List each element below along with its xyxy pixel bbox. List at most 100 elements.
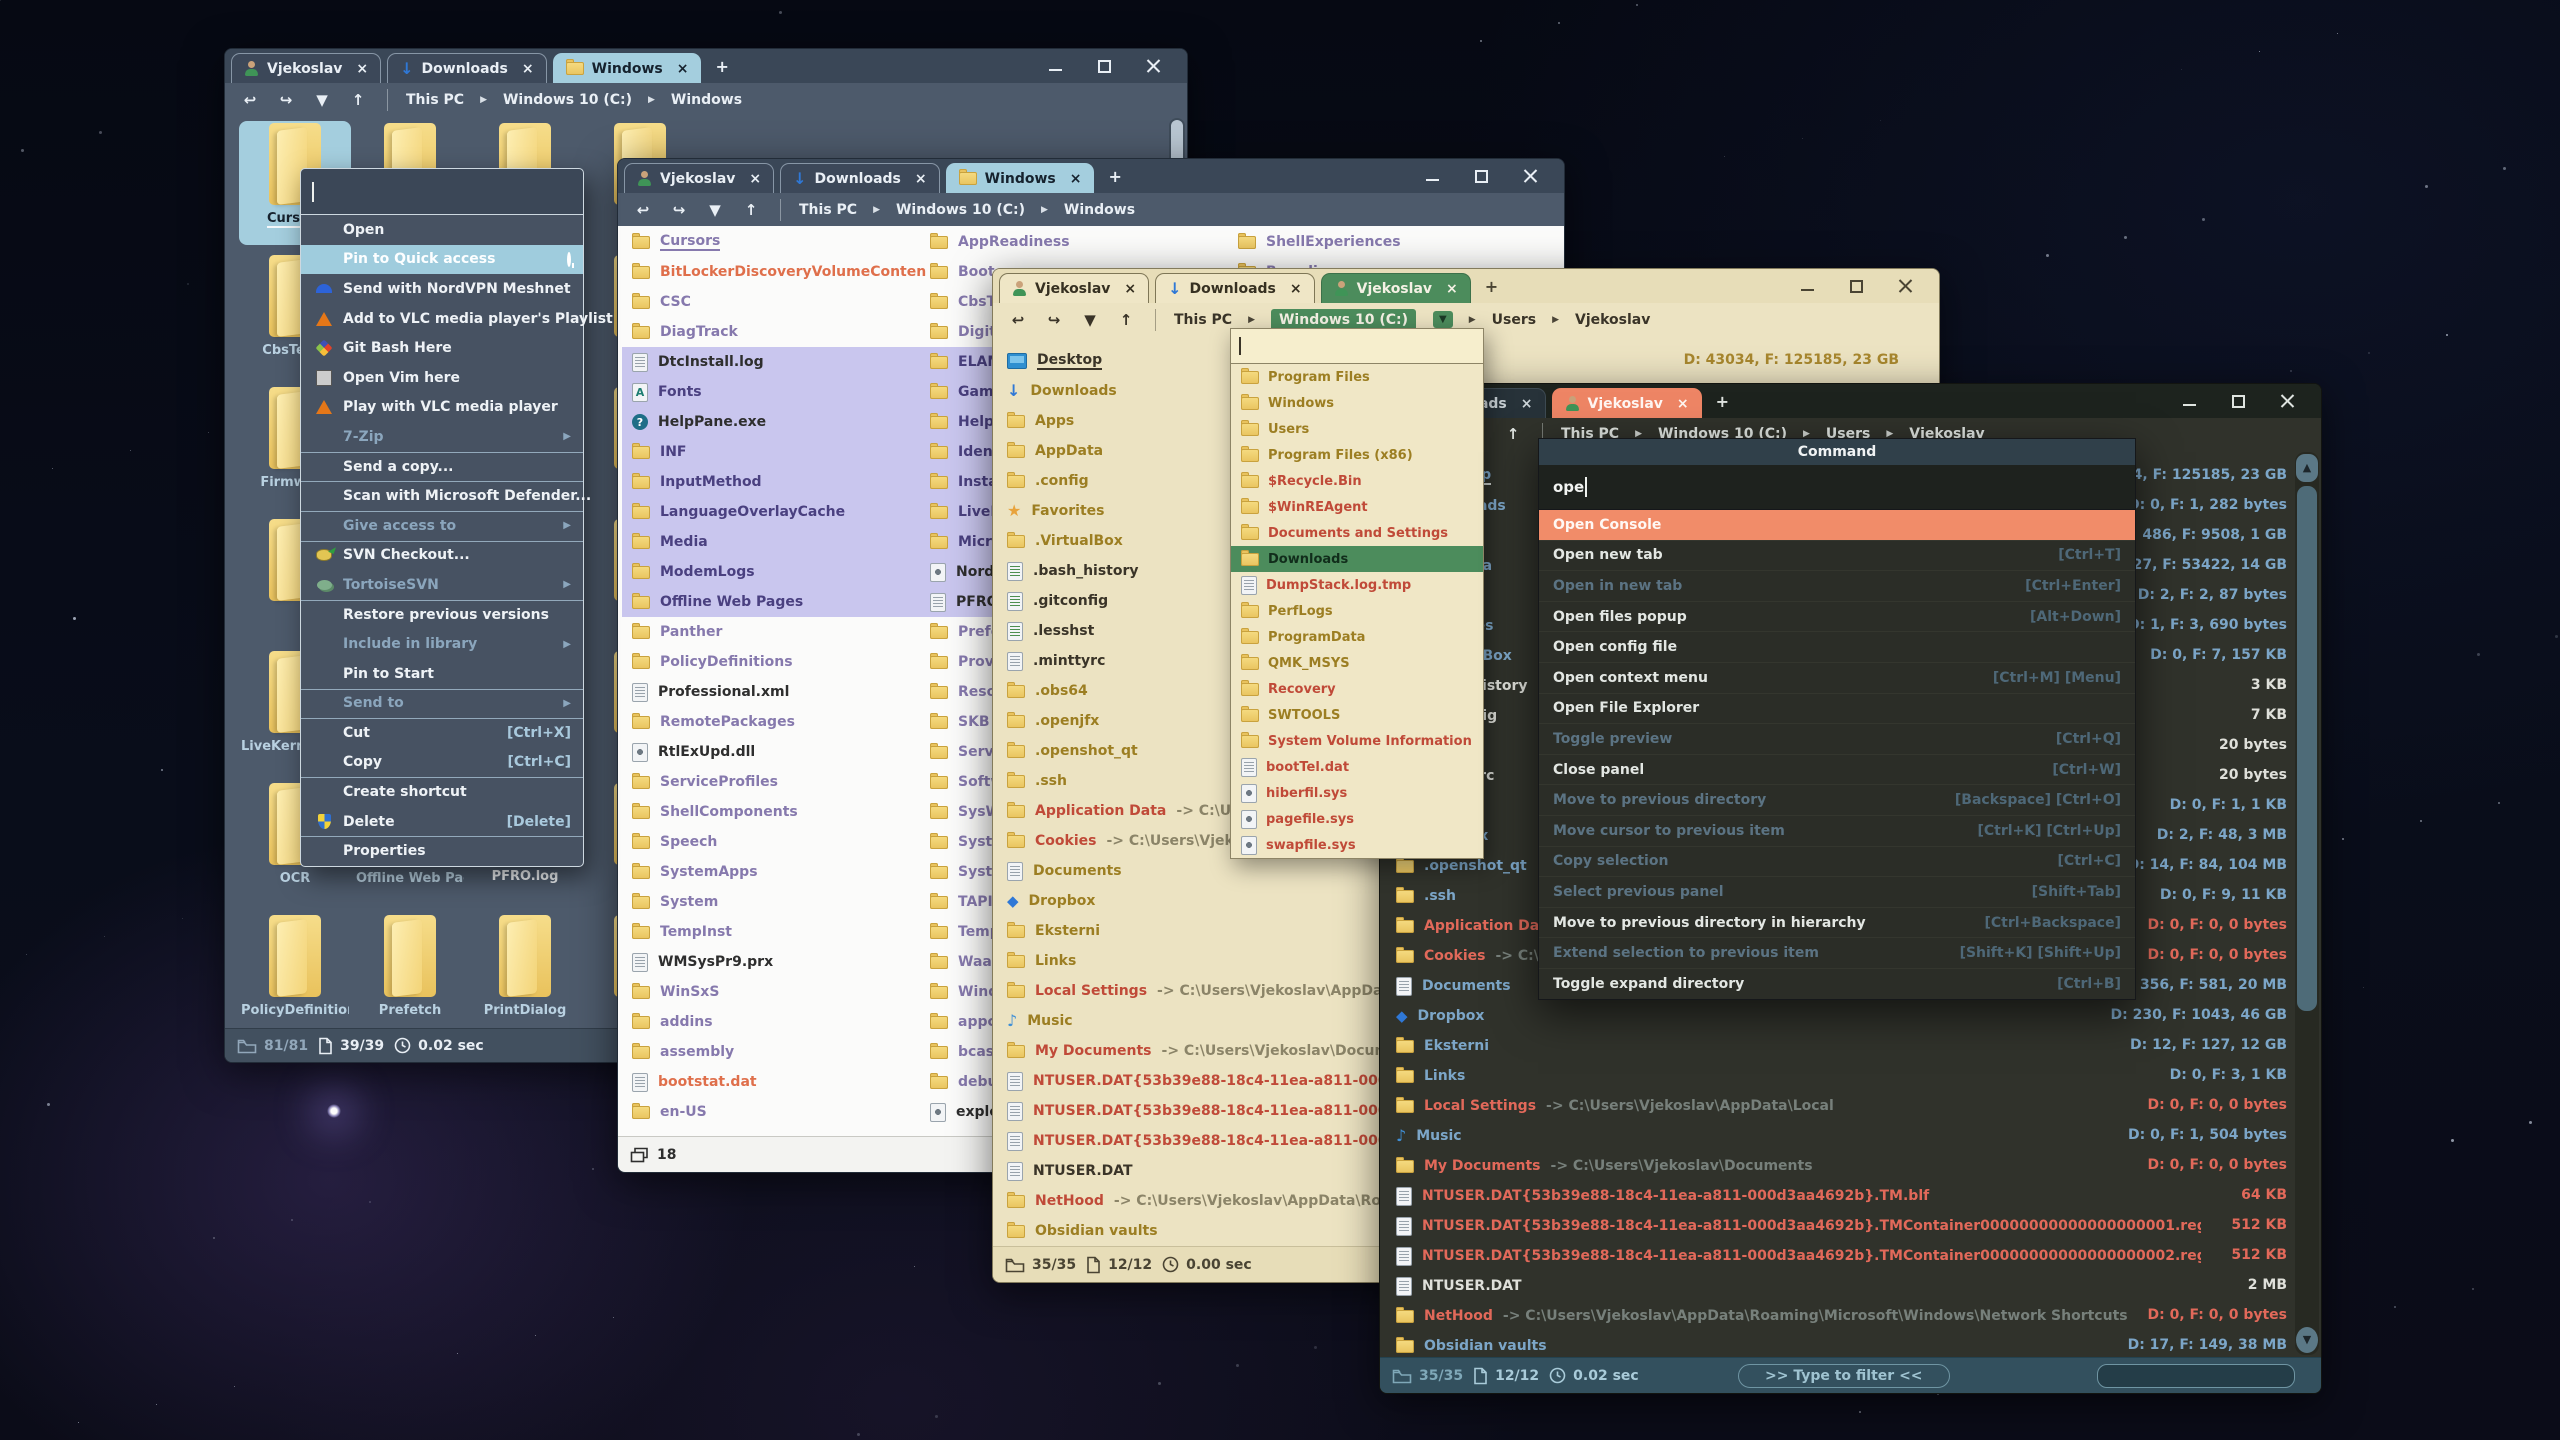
menu-item-scan-with-microsoft-defender-[interactable]: Scan with Microsoft Defender... [301,481,583,511]
new-tab-button[interactable]: + [1716,392,1729,411]
dropdown-item-users[interactable]: Users [1231,416,1483,442]
palette-item-open-file-explorer[interactable]: Open File Explorer [1539,693,2135,724]
file-row-system[interactable]: System [622,887,926,917]
palette-item-open-config-file[interactable]: Open config file [1539,631,2135,662]
dropdown-item-swapfile-sys[interactable]: swapfile.sys [1231,832,1483,858]
dropdown-item-program-files[interactable]: Program Files [1231,364,1483,390]
tab-close-icon[interactable]: × [1677,396,1689,412]
tab-close-icon[interactable]: × [749,171,761,187]
file-row-languageoverlaycache[interactable]: LanguageOverlayCache [622,497,926,527]
dropdown-item-programdata[interactable]: ProgramData [1231,624,1483,650]
file-row-links[interactable]: Links [1384,1061,2201,1091]
new-tab-button[interactable]: + [1485,277,1498,296]
menu-item-7-zip[interactable]: 7-Zip▶ [301,422,583,452]
dropdown-item-boottel-dat[interactable]: bootTel.dat [1231,754,1483,780]
drive-dropdown-filter-input[interactable] [1231,329,1483,364]
breadcrumb-windows[interactable]: Windows [1064,202,1135,218]
file-row-winsxs[interactable]: WinSxS [622,977,926,1007]
file-row-bootstat-dat[interactable]: bootstat.dat [622,1067,926,1097]
file-row-professional-xml[interactable]: Professional.xml [622,677,926,707]
tab-close-icon[interactable]: × [1124,281,1136,297]
grid-item-printdialog[interactable]: PrintDialog [469,913,581,1037]
menu-item-open[interactable]: Open [301,215,583,245]
tab-close-icon[interactable]: × [522,61,534,77]
dropdown-item--recycle-bin[interactable]: $Recycle.Bin [1231,468,1483,494]
file-row-policydefinitions[interactable]: PolicyDefinitions [622,647,926,677]
dropdown-item--winreagent[interactable]: $WinREAgent [1231,494,1483,520]
palette-item-move-to-previous-directory-in-hierarchy[interactable]: Move to previous directory in hierarchy[… [1539,907,2135,938]
tab-downloads[interactable]: ↓Downloads× [387,53,547,83]
file-row-speech[interactable]: Speech [622,827,926,857]
file-row-ntuser-dat-53b39e88-18c4-11ea-a811-000d3aa4692b-tm-blf[interactable]: NTUSER.DAT{53b39e88-18c4-11ea-a811-000d3… [1384,1181,2201,1211]
breadcrumb-users[interactable]: Users [1492,312,1536,328]
tab-vjekoslav[interactable]: Vjekoslav× [624,163,774,193]
file-row-media[interactable]: Media [622,527,926,557]
scroll-down-icon[interactable]: ▼ [2296,1327,2318,1353]
new-tab-button[interactable]: + [715,57,728,76]
file-row-inputmethod[interactable]: InputMethod [622,467,926,497]
maximize-icon[interactable] [1474,169,1489,184]
dropdown-item-documents-and-settings[interactable]: Documents and Settings [1231,520,1483,546]
file-row-nethood[interactable]: NetHood-> C:\Users\Vjekoslav\AppData\Roa… [1384,1301,2201,1331]
file-row-systemapps[interactable]: SystemApps [622,857,926,887]
palette-item-copy-selection[interactable]: Copy selection[Ctrl+C] [1539,846,2135,877]
menu-item-tortoisesvn[interactable]: TortoiseSVN▶ [301,570,583,600]
breadcrumb-windows[interactable]: Windows [671,92,742,108]
dropdown-item-downloads[interactable]: Downloads [1231,546,1483,572]
palette-item-open-new-tab[interactable]: Open new tab[Ctrl+T] [1539,540,2135,571]
w4-filter-pill[interactable]: >> Type to filter << [1738,1364,1950,1388]
minimize-icon[interactable] [1048,59,1063,74]
menu-item-git-bash-here[interactable]: Git Bash Here [301,333,583,363]
file-row-shellexperiences[interactable]: ShellExperiences [1228,227,1542,257]
menu-item-play-with-vlc-media-player[interactable]: Play with VLC media player [301,393,583,423]
menu-item-include-in-library[interactable]: Include in library▶ [301,629,583,659]
nav-up-icon[interactable]: ↑ [740,201,762,219]
file-row-shellcomponents[interactable]: ShellComponents [622,797,926,827]
palette-item-open-context-menu[interactable]: Open context menu[Ctrl+M] [Menu] [1539,662,2135,693]
palette-item-close-panel[interactable]: Close panel[Ctrl+W] [1539,754,2135,785]
file-row-rtlexupd-dll[interactable]: RtlExUpd.dll [622,737,926,767]
dropdown-item-system-volume-information[interactable]: System Volume Information [1231,728,1483,754]
file-row-panther[interactable]: Panther [622,617,926,647]
file-row-assembly[interactable]: assembly [622,1037,926,1067]
breadcrumb-this-pc[interactable]: This PC [406,92,464,108]
menu-item-give-access-to[interactable]: Give access to▶ [301,511,583,541]
file-row-music[interactable]: ♪Music [1384,1121,2201,1151]
tab-vjekoslav[interactable]: Vjekoslav× [231,53,381,83]
menu-item-delete[interactable]: Delete[Delete] [301,807,583,837]
breadcrumb-vjekoslav[interactable]: Vjekoslav [1575,312,1650,328]
file-row-ntuser-dat-53b39e88-18c4-11ea-a811-000d3aa4692b-tmcontainer00000000000000000002-regtrans-ms[interactable]: NTUSER.DAT{53b39e88-18c4-11ea-a811-000d3… [1384,1241,2201,1271]
file-row-helppane-exe[interactable]: ?HelpPane.exe [622,407,926,437]
grid-item-prefetch[interactable]: Prefetch [354,913,466,1037]
menu-item-send-with-nordvpn-meshnet[interactable]: Send with NordVPN Meshnet [301,274,583,304]
breadcrumb-this-pc[interactable]: This PC [799,202,857,218]
maximize-icon[interactable] [1097,59,1112,74]
scroll-up-icon[interactable]: ▲ [2296,454,2318,482]
menu-item-pin-to-start[interactable]: Pin to Start [301,659,583,689]
dropdown-item-hiberfil-sys[interactable]: hiberfil.sys [1231,780,1483,806]
file-row-appreadiness[interactable]: AppReadiness [920,227,1234,257]
file-row-dtcinstall-log[interactable]: DtcInstall.log [622,347,926,377]
dropdown-item-qmk-msys[interactable]: QMK_MSYS [1231,650,1483,676]
tab-close-icon[interactable]: × [915,171,927,187]
file-row-inf[interactable]: INF [622,437,926,467]
context-menu-filter-input[interactable] [301,169,583,215]
dropdown-item-program-files-x86-[interactable]: Program Files (x86) [1231,442,1483,468]
command-palette-input[interactable]: ope [1539,465,2135,510]
file-row-ntuser-dat[interactable]: NTUSER.DAT [1384,1271,2201,1301]
file-row-dropbox[interactable]: ◆Dropbox [1384,1001,2201,1031]
nav-forward-icon[interactable]: ↪ [1043,311,1065,329]
nav-history-icon[interactable]: ▼ [704,201,726,219]
palette-item-toggle-expand-directory[interactable]: Toggle expand directory[Ctrl+B] [1539,968,2135,999]
tab-vjekoslav[interactable]: Vjekoslav× [1321,273,1471,303]
file-row-csc[interactable]: CSC [622,287,926,317]
dropdown-item-dumpstack-log-tmp[interactable]: DumpStack.log.tmp [1231,572,1483,598]
palette-item-toggle-preview[interactable]: Toggle preview[Ctrl+Q] [1539,723,2135,754]
menu-item-add-to-vlc-media-player-s-playlist[interactable]: Add to VLC media player's Playlist [301,304,583,334]
minimize-icon[interactable] [1425,169,1440,184]
nav-up-icon[interactable]: ↑ [1115,311,1137,329]
tab-close-icon[interactable]: × [1290,281,1302,297]
breadcrumb-this-pc[interactable]: This PC [1174,312,1232,328]
file-row-modemlogs[interactable]: ModemLogs [622,557,926,587]
file-row-en-us[interactable]: en-US [622,1097,926,1127]
